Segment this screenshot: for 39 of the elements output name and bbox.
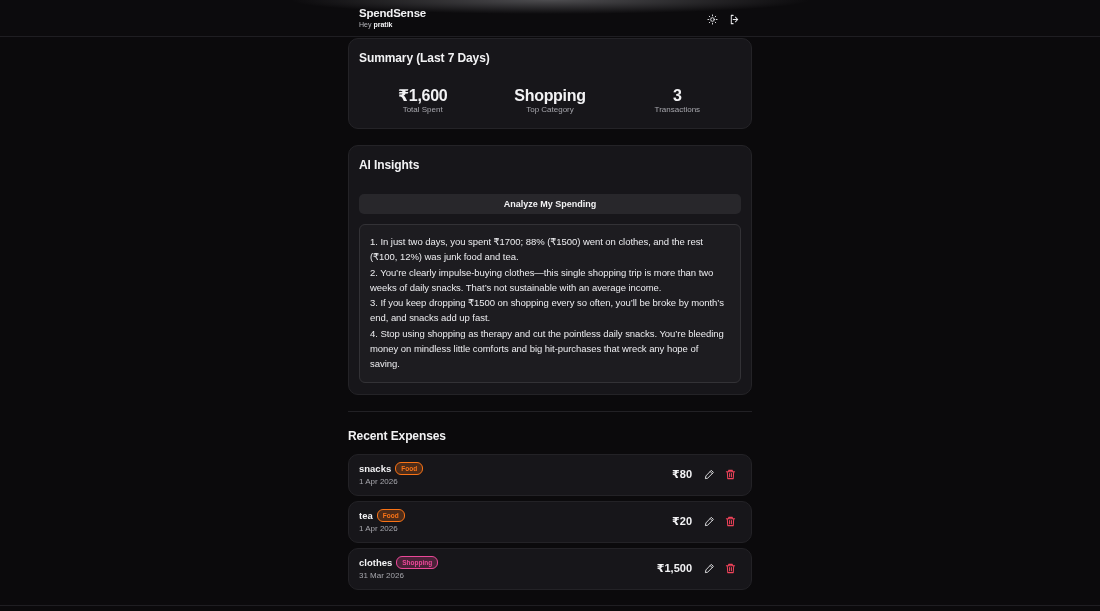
insight-text: 1. In just two days, you spent ₹1700; 88% (₹1500) went on clothes, and the rest (₹100, 12%) was junk food and tea. <box>370 235 704 265</box>
delete-button[interactable] <box>723 561 737 576</box>
insight-text: 3. If you keep dropping ₹1500 on shopping every so often, you’ll be broke by month’s end, and snacks add up fast. <box>370 296 725 326</box>
edit-button[interactable] <box>702 467 716 482</box>
expense-amount: ₹1,500 <box>656 562 692 576</box>
expense-amount: ₹80 <box>672 468 692 482</box>
stat-value: ₹1,600 <box>397 87 448 105</box>
expense-name: snacks <box>359 462 392 475</box>
edit-button[interactable] <box>702 514 716 529</box>
pencil-icon <box>703 469 715 481</box>
stat-value: 3 <box>673 87 682 105</box>
expense-date: 31 Mar 2026 <box>359 571 405 582</box>
trash-icon <box>724 469 736 481</box>
delete-button[interactable] <box>723 514 737 529</box>
stat-label: Top Category <box>526 105 574 115</box>
expense-amount: ₹20 <box>672 515 692 529</box>
sun-icon <box>706 13 718 25</box>
trash-icon <box>724 516 736 528</box>
pencil-icon <box>703 516 715 528</box>
pencil-icon <box>703 563 715 575</box>
stat-label: Total Spent <box>402 105 443 115</box>
stat-value: Shopping <box>514 87 586 105</box>
card-title: AI Insights <box>359 157 421 173</box>
app-title: SpendSense <box>359 7 427 20</box>
edit-button[interactable] <box>702 561 716 576</box>
section-title: Recent Expenses <box>348 427 447 444</box>
expense-date: 1 Apr 2026 <box>359 524 399 535</box>
stat-label: Transactions <box>654 105 701 115</box>
expense-date: 1 Apr 2026 <box>359 477 399 488</box>
logout-icon <box>728 13 740 25</box>
analyze-button[interactable]: Analyze My Spending <box>359 194 741 214</box>
expense-name: tea <box>359 509 373 522</box>
trash-icon <box>724 563 736 575</box>
card-title: Summary (Last 7 Days) <box>359 50 491 66</box>
delete-button[interactable] <box>723 467 737 482</box>
insight-text: 4. Stop using shopping as therapy and cut the pointless daily snacks. You’re bleeding money on mindless little comforts and big hit-purchases that wreck any hope of saving. <box>370 326 725 372</box>
insight-text: 2. You’re clearly impulse-buying clothes—this single shopping trip is more than two weeks of daily snacks. That’s not sustainable with an average income. <box>370 265 715 295</box>
theme-toggle-button[interactable] <box>705 12 719 26</box>
expense-name: clothes <box>359 556 393 569</box>
